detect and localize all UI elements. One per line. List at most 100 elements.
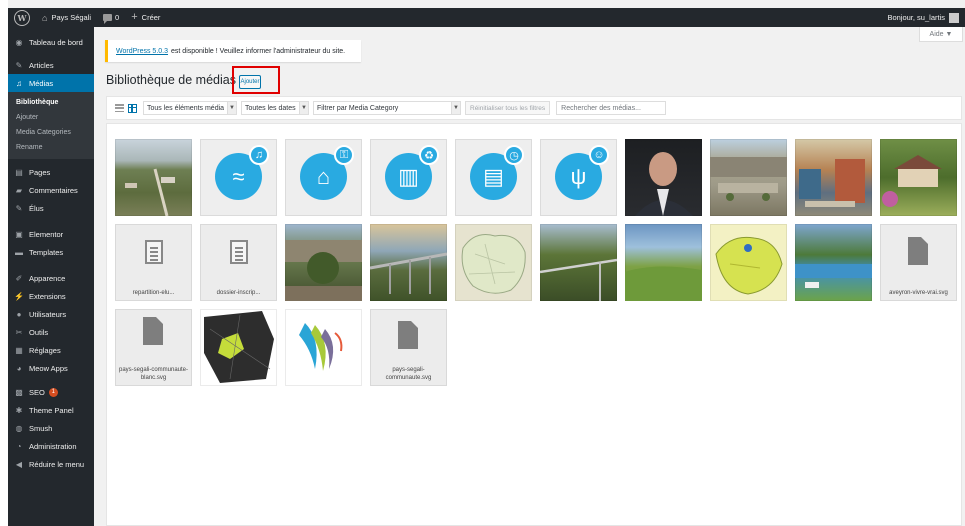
grid-view-icon[interactable] <box>128 103 137 113</box>
comments-count: 0 <box>115 13 120 22</box>
sidebar-item-reglages[interactable]: ▦ Réglages <box>8 341 94 359</box>
wp-logo-menu[interactable]: W <box>8 8 36 27</box>
search-input[interactable]: Rechercher des médias... <box>556 101 667 115</box>
sidebar-item-label: Réduire le menu <box>29 459 85 469</box>
media-grid: ≈ ♫ ⌂ ⚿ ▥ ♻ ▤ ◷ ψ ☺ repartition-elu... d… <box>106 123 962 526</box>
aveyron-map-image <box>204 311 274 383</box>
submenu-bibliotheque[interactable]: Bibliothèque <box>8 95 94 110</box>
media-thumbnail-trash-icon[interactable]: ▥ ♻ <box>370 139 447 216</box>
sidebar-item-meow-apps[interactable]: ◕ Meow Apps <box>8 359 94 377</box>
new-content-link[interactable]: + Créer <box>125 8 166 27</box>
sidebar-item-articles[interactable]: ✎ Articles <box>8 56 94 74</box>
media-file-repartition[interactable]: repartition-elu... <box>115 224 192 301</box>
media-thumbnail-garden-house[interactable] <box>880 139 957 216</box>
key-icon: ⚿ <box>334 145 354 165</box>
new-label: Créer <box>141 13 161 22</box>
sidebar-item-label: Extensions <box>29 291 66 301</box>
sidebar-item-pages[interactable]: ▤ Pages <box>8 163 94 181</box>
media-file-communaute-blanc[interactable]: pays-segali-communaute-blanc.svg <box>115 309 192 386</box>
user-icon: ● <box>16 309 22 319</box>
media-file-dossier[interactable]: dossier-inscrip... <box>200 224 277 301</box>
sidebar-item-label: Apparence <box>29 273 66 283</box>
sidebar-item-label: Réglages <box>29 345 61 355</box>
green-hills-image <box>625 266 702 301</box>
media-thumbnail-region-map[interactable] <box>710 224 787 301</box>
media-thumbnail-map-outline[interactable] <box>455 224 532 301</box>
page-title: Bibliothèque de médias <box>106 73 236 87</box>
media-thumbnail-swim-icon[interactable]: ≈ ♫ <box>200 139 277 216</box>
list-view-icon[interactable] <box>115 104 124 112</box>
wrench-icon: ✂ <box>15 327 23 337</box>
media-thumbnail-cafe-terrace[interactable] <box>795 139 872 216</box>
sidebar-item-label: Outils <box>29 327 49 337</box>
svg-file-icon <box>908 237 928 265</box>
media-file-aveyron-svg[interactable]: aveyron-vivre-vrai.svg <box>880 224 957 301</box>
sidebar-item-elementor[interactable]: ▣ Elementor <box>8 225 94 243</box>
brush-icon: ✐ <box>15 273 23 283</box>
sidebar-item-label: Administration <box>29 441 77 451</box>
media-thumbnail-portrait[interactable] <box>625 139 702 216</box>
sidebar-collapse[interactable]: ◀ Réduire le menu <box>8 455 94 473</box>
sidebar-item-administration[interactable]: ◔ Administration <box>8 437 94 455</box>
comments-link[interactable]: 0 <box>97 8 125 27</box>
media-thumbnail-aerial-village[interactable] <box>115 139 192 216</box>
aerial-photo-image <box>125 168 175 216</box>
sidebar-item-commentaires[interactable]: ▰ Commentaires <box>8 181 94 199</box>
sidebar-item-apparence[interactable]: ✐ Apparence <box>8 269 94 287</box>
filter-date-select[interactable]: Toutes les dates ▼ <box>241 101 309 115</box>
file-name: aveyron-vivre-vrai.svg <box>889 290 948 296</box>
filter-type-select[interactable]: Tous les éléments média ▼ <box>143 101 237 115</box>
media-thumbnail-aveyron-map[interactable] <box>200 309 277 386</box>
media-thumbnail-bridge-valley[interactable] <box>540 224 617 301</box>
reset-filters-button[interactable]: Réinitialiser tous les filtres <box>465 101 551 115</box>
svg-file-icon <box>143 317 163 345</box>
sidebar-item-extensions[interactable]: ⚡ Extensions <box>8 287 94 305</box>
sidebar-item-label: Smush <box>29 423 53 433</box>
sidebar-item-label: Theme Panel <box>29 405 74 415</box>
media-thumbnail-dining-icon[interactable]: ψ ☺ <box>540 139 617 216</box>
sidebar-item-label: Pages <box>29 167 51 177</box>
sidebar-item-elus[interactable]: ✎ Élus <box>8 199 94 217</box>
help-tab[interactable]: Aide ▼ <box>919 27 963 42</box>
filter-type-value: Tous les éléments média <box>147 104 225 112</box>
sidebar-item-utilisateurs[interactable]: ● Utilisateurs <box>8 305 94 323</box>
media-thumbnail-lake[interactable] <box>795 224 872 301</box>
child-icon: ☺ <box>589 145 609 165</box>
file-name: repartition-elu... <box>132 290 175 296</box>
svg-file-icon <box>398 321 418 349</box>
submenu-ajouter[interactable]: Ajouter <box>8 110 94 125</box>
media-thumbnail-town-square[interactable] <box>710 139 787 216</box>
filter-date-value: Toutes les dates <box>245 104 296 112</box>
media-file-communaute[interactable]: pays-segali-communaute.svg <box>370 309 447 386</box>
sidebar-item-templates[interactable]: ▬ Templates <box>8 243 94 261</box>
media-thumbnail-logo[interactable] <box>285 309 362 386</box>
media-thumbnail-viaduct[interactable] <box>370 224 447 301</box>
sidebar-item-label: Tableau de bord <box>29 37 83 47</box>
media-thumbnail-venue-icon[interactable]: ⌂ ⚿ <box>285 139 362 216</box>
wordpress-update-link[interactable]: WordPress 5.0.3 <box>116 48 168 55</box>
site-name-link[interactable]: ⌂ Pays Ségali <box>36 8 97 27</box>
sidebar-item-label: Commentaires <box>29 185 78 195</box>
sidebar-item-smush[interactable]: ◍ Smush <box>8 419 94 437</box>
document-icon <box>230 240 248 264</box>
meow-icon: ◕ <box>16 363 22 373</box>
media-thumbnail-green-hills[interactable] <box>625 224 702 301</box>
chevron-down-icon: ▼ <box>451 102 460 114</box>
account-menu[interactable]: Bonjour, su_lartis <box>881 8 965 27</box>
greeting: Bonjour, su_lartis <box>887 13 945 22</box>
sidebar-item-theme-panel[interactable]: ✱ Theme Panel <box>8 401 94 419</box>
sidebar-item-dashboard[interactable]: ◉ Tableau de bord <box>8 33 94 51</box>
sidebar-item-label: SEO <box>29 387 45 397</box>
region-map-image <box>715 236 783 295</box>
sidebar-item-seo[interactable]: ▩ SEO 1 <box>8 383 94 401</box>
filter-category-select[interactable]: Filtrer par Media Category ▼ <box>313 101 461 115</box>
submenu-media-categories[interactable]: Media Categories <box>8 125 94 140</box>
media-thumbnail-book-icon[interactable]: ▤ ◷ <box>455 139 532 216</box>
sidebar-item-medias[interactable]: ♫ Médias <box>8 74 94 92</box>
submenu-rename[interactable]: Rename <box>8 140 94 155</box>
sidebar-item-outils[interactable]: ✂ Outils <box>8 323 94 341</box>
sidebar-item-label: Élus <box>29 203 44 213</box>
gear-icon: ✱ <box>15 405 23 415</box>
music-icon: ♫ <box>249 145 269 165</box>
media-thumbnail-village-trees[interactable] <box>285 224 362 301</box>
